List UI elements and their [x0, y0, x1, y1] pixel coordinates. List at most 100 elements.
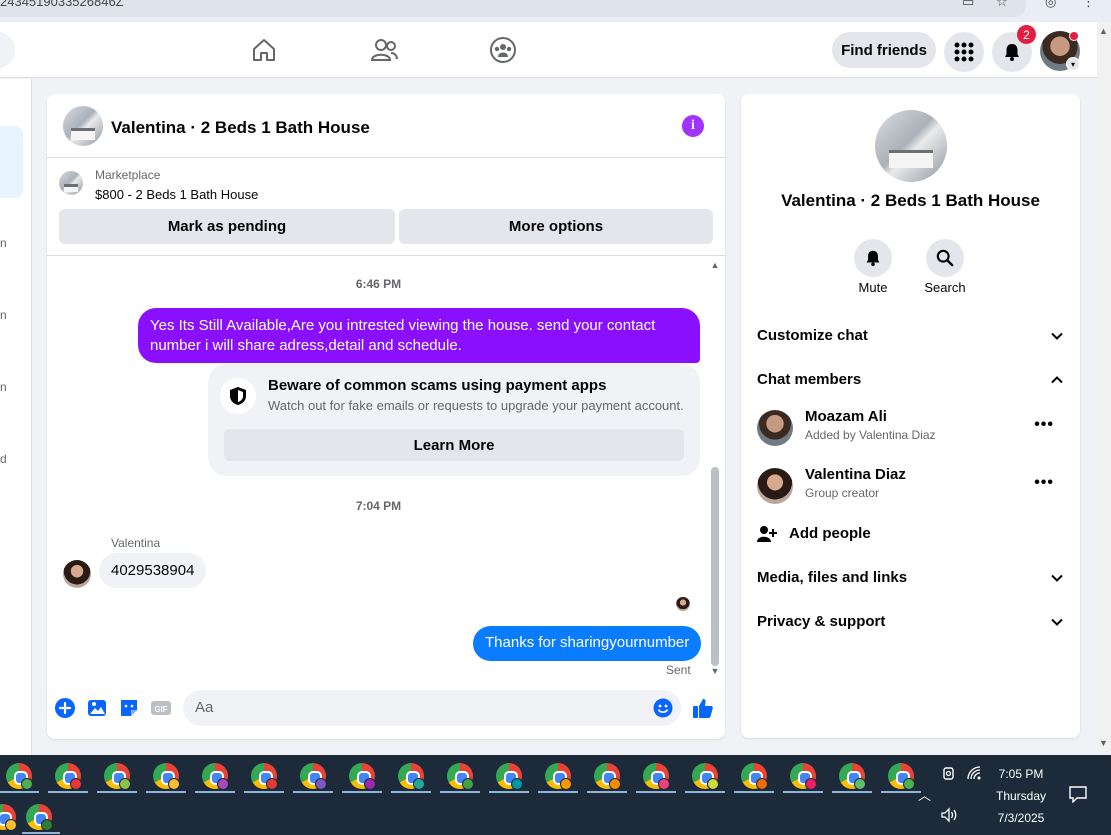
- chrome-taskbar-icon[interactable]: [55, 763, 82, 790]
- scroll-down-arrow[interactable]: ▼: [710, 666, 720, 676]
- chrome-taskbar-icon[interactable]: [300, 763, 327, 790]
- chrome-taskbar-icon[interactable]: [496, 763, 523, 790]
- taskbar-active-indicator: [146, 791, 186, 793]
- media-files-links-section[interactable]: Media, files and links: [757, 569, 1064, 593]
- clock-time: 7:05 PM: [998, 767, 1044, 781]
- profile-badge-icon: [658, 778, 670, 790]
- message-timestamp: 7:04 PM: [355, 499, 402, 513]
- photo-icon[interactable]: [85, 696, 109, 720]
- scrollbar-thumb[interactable]: [711, 467, 719, 666]
- privacy-support-section[interactable]: Privacy & support: [757, 613, 1064, 637]
- status-dot: [1069, 31, 1079, 41]
- search-button[interactable]: [926, 239, 964, 277]
- more-options-button[interactable]: More options: [399, 209, 713, 244]
- learn-more-button[interactable]: Learn More: [224, 429, 684, 461]
- chrome-taskbar-icon[interactable]: [741, 763, 768, 790]
- incoming-message[interactable]: 4029538904: [99, 553, 207, 588]
- scroll-down-arrow[interactable]: ▼: [1099, 738, 1108, 748]
- mute-button[interactable]: [854, 239, 892, 277]
- profile-badge-icon: [609, 778, 621, 790]
- chat-panel: Valentina · 2 Beds 1 Bath House i Market…: [47, 94, 725, 739]
- taskbar-active-indicator: [97, 791, 137, 793]
- info-icon[interactable]: i: [682, 115, 704, 137]
- messages-scrollbar[interactable]: ▲ ▼: [710, 260, 720, 676]
- more-options-icon[interactable]: •••: [1034, 416, 1054, 434]
- scroll-up-arrow[interactable]: ▲: [710, 260, 720, 270]
- menu-grid-button[interactable]: [944, 32, 984, 72]
- mark-as-pending-button[interactable]: Mark as pending: [59, 209, 395, 244]
- taskbar-active-indicator: [22, 832, 60, 834]
- chat-members-section[interactable]: Chat members: [757, 371, 1064, 395]
- listing-thumbnail[interactable]: [59, 171, 83, 195]
- chrome-taskbar-icon[interactable]: [692, 763, 719, 790]
- account-avatar[interactable]: ▾: [1040, 31, 1080, 71]
- marketplace-label: Marketplace: [95, 168, 161, 182]
- address-field[interactable]: 2434519033526846Z: [0, 0, 1026, 17]
- profile-badge-icon: [315, 778, 327, 790]
- profile-badge-icon: [805, 778, 817, 790]
- selected-chat-item[interactable]: [0, 126, 23, 198]
- browser-address-bar[interactable]: 2434519033526846Z ▭ ☆ ◎ ⋮: [0, 0, 1111, 22]
- wifi-icon[interactable]: [966, 765, 982, 784]
- chrome-taskbar-icon[interactable]: [398, 763, 425, 790]
- scroll-up-arrow[interactable]: ▲: [1099, 26, 1108, 36]
- outgoing-message[interactable]: Yes Its Still Available,Are you intreste…: [138, 308, 700, 363]
- member-avatar[interactable]: [757, 410, 793, 446]
- chrome-taskbar-icon[interactable]: [545, 763, 572, 790]
- chrome-taskbar-icon[interactable]: [349, 763, 376, 790]
- chrome-taskbar-icon[interactable]: [447, 763, 474, 790]
- find-friends-button[interactable]: Find friends: [832, 32, 936, 68]
- chrome-taskbar-icon[interactable]: [153, 763, 180, 790]
- groups-icon[interactable]: [487, 34, 519, 66]
- listing-price-title[interactable]: $800 - 2 Beds 1 Bath House: [95, 187, 258, 202]
- conversation-avatar[interactable]: [875, 110, 947, 182]
- taskbar-active-indicator: [636, 791, 676, 793]
- chrome-taskbar-icon[interactable]: [888, 763, 915, 790]
- chrome-taskbar-icon[interactable]: [790, 763, 817, 790]
- chrome-taskbar-icon[interactable]: [202, 763, 229, 790]
- outgoing-message[interactable]: Thanks for sharingyournumber: [473, 626, 702, 661]
- chrome-taskbar-icon[interactable]: [104, 763, 131, 790]
- customize-chat-section[interactable]: Customize chat: [757, 327, 1064, 351]
- speaker-icon[interactable]: [940, 807, 958, 826]
- svg-text:GIF: GIF: [154, 705, 167, 714]
- sticker-icon[interactable]: [117, 696, 141, 720]
- search-box-stub[interactable]: [0, 32, 15, 68]
- cast-icon[interactable]: ▭: [962, 0, 978, 9]
- browser-menu-icon[interactable]: ⋮: [1082, 0, 1098, 9]
- section-label: Chat members: [757, 371, 862, 388]
- member-row[interactable]: Moazam Ali Added by Valentina Diaz •••: [757, 406, 1064, 450]
- chevron-up-icon[interactable]: ︿: [918, 785, 931, 804]
- profile-badge-icon: [462, 778, 474, 790]
- chat-title[interactable]: Valentina · 2 Beds 1 Bath House: [111, 118, 370, 138]
- more-options-icon[interactable]: •••: [1034, 474, 1054, 492]
- chrome-taskbar-icon[interactable]: [594, 763, 621, 790]
- page-scrollbar[interactable]: ▲ ▼: [1097, 22, 1111, 755]
- chrome-taskbar-icon[interactable]: [0, 804, 17, 831]
- notification-center-icon[interactable]: [1068, 785, 1088, 806]
- member-avatar[interactable]: [757, 468, 793, 504]
- thumbs-up-icon[interactable]: [691, 696, 715, 720]
- member-row[interactable]: Valentina Diaz Group creator •••: [757, 464, 1064, 508]
- message-input[interactable]: Aa: [183, 690, 681, 726]
- bookmark-star-icon[interactable]: ☆: [996, 0, 1012, 9]
- chrome-taskbar-icon[interactable]: [839, 763, 866, 790]
- sidebar-fragment: n: [0, 308, 7, 322]
- sender-avatar[interactable]: [63, 560, 91, 588]
- camera-tray-icon[interactable]: [942, 765, 956, 784]
- gif-icon[interactable]: GIF: [149, 696, 173, 720]
- emoji-icon[interactable]: [653, 698, 673, 718]
- chrome-taskbar-icon[interactable]: [251, 763, 278, 790]
- read-receipt-avatar: [676, 597, 690, 611]
- taskbar-active-indicator: [244, 791, 284, 793]
- friends-icon[interactable]: [368, 34, 400, 66]
- listing-avatar[interactable]: [63, 106, 103, 146]
- profile-icon[interactable]: ◎: [1045, 0, 1061, 9]
- profile-badge-icon: [364, 778, 376, 790]
- system-clock[interactable]: 7:05 PM Thursday 7/3/2025: [989, 763, 1053, 829]
- home-icon[interactable]: [248, 34, 280, 66]
- plus-circle-icon[interactable]: [53, 696, 77, 720]
- chrome-taskbar-icon[interactable]: [26, 804, 53, 831]
- chrome-taskbar-icon[interactable]: [643, 763, 670, 790]
- chrome-taskbar-icon[interactable]: [6, 763, 33, 790]
